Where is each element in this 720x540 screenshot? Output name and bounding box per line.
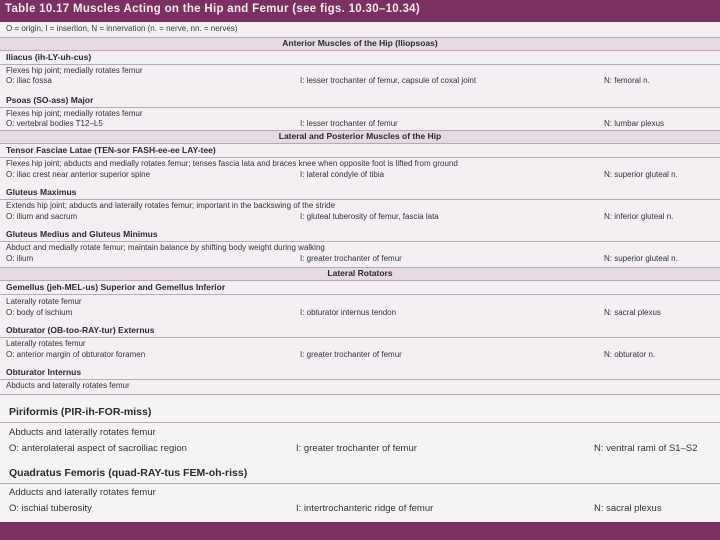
muscle-action: Adducts and laterally rotates femur (9, 487, 156, 498)
muscle-name: Quadratus Femoris (quad-RAY-tus FEM-oh-r… (9, 467, 248, 479)
muscle-insertion: I: lateral condyle of tibia (300, 170, 385, 179)
muscle-action: Laterally rotates femur (6, 339, 86, 348)
muscle-origin: O: body of ischium (6, 308, 73, 317)
row-divider (0, 107, 720, 108)
row-divider (0, 199, 720, 200)
muscle-name: Obturator Internus (6, 367, 82, 377)
muscle-origin: O: ischial tuberosity (9, 503, 92, 514)
muscle-action: Abducts and laterally rotates femur (9, 427, 156, 438)
muscle-insertion: I: greater trochanter of femur (300, 254, 402, 263)
row-divider (0, 483, 720, 484)
section-label-lateral-rotators: Lateral Rotators (327, 268, 393, 278)
muscle-action: Abduct and medially rotate femur; mainta… (6, 243, 325, 252)
muscle-name: Gemellus (jeh-MEL-us) Superior and Gemel… (6, 282, 226, 292)
muscle-name: Gluteus Medius and Gluteus Minimus (6, 229, 158, 239)
muscle-insertion: I: lesser trochanter of femur (300, 119, 398, 128)
muscle-origin: O: ilium and sacrum (6, 212, 78, 221)
muscle-action: Flexes hip joint; medially rotates femur (6, 109, 143, 118)
legend: O = origin, I = insertion, N = innervati… (6, 24, 238, 33)
muscle-origin: O: iliac fossa (6, 76, 52, 85)
section-label-lateral-posterior: Lateral and Posterior Muscles of the Hip (278, 131, 442, 141)
muscle-action: Flexes hip joint; abducts and medially r… (6, 159, 458, 168)
muscle-insertion: I: greater trochanter of femur (296, 443, 417, 454)
muscle-insertion: I: intertrochanteric ridge of femur (296, 503, 434, 514)
muscle-name: Piriformis (PIR-ih-FOR-miss) (9, 406, 152, 418)
muscle-insertion: I: gluteal tuberosity of femur, fascia l… (300, 212, 439, 221)
table-title: Table 10.17 Muscles Acting on the Hip an… (5, 3, 420, 15)
muscle-name: Obturator (OB-too-RAY-tur) Externus (6, 325, 155, 335)
muscle-origin: O: anterolateral aspect of sacroiliac re… (9, 443, 187, 454)
muscle-origin: O: iliac crest near anterior superior sp… (6, 170, 151, 179)
muscle-origin: O: vertebral bodies T12–L5 (6, 119, 103, 128)
section-label-anterior: Anterior Muscles of the Hip (Iliopsoas) (282, 38, 438, 48)
muscle-name: Gluteus Maximus (6, 187, 77, 197)
row-divider (0, 422, 720, 423)
row-divider (0, 157, 720, 158)
muscle-insertion: I: greater trochanter of femur (300, 350, 402, 359)
row-divider (0, 64, 720, 65)
muscle-nerve: N: sacral plexus (594, 503, 662, 514)
muscle-action: Flexes hip joint; medially rotates femur (6, 66, 143, 75)
row-divider (0, 241, 720, 242)
muscle-nerve: N: lumbar plexus (604, 119, 665, 128)
muscle-nerve: N: sacral plexus (604, 308, 661, 317)
muscle-action: Abducts and laterally rotates femur (6, 381, 130, 390)
muscle-nerve: N: superior gluteal n. (604, 254, 678, 263)
row-divider (0, 337, 720, 338)
row-divider (0, 379, 720, 380)
bottom-bar (0, 522, 720, 540)
muscle-name: Iliacus (ih-LY-uh-cus) (6, 52, 92, 62)
muscle-nerve: N: obturator n. (604, 350, 656, 359)
muscle-action: Extends hip joint; abducts and laterally… (6, 201, 336, 210)
muscle-insertion: I: obturator internus tendon (300, 308, 397, 317)
title-bar: Table 10.17 Muscles Acting on the Hip an… (0, 0, 720, 22)
muscle-insertion: I: lesser trochanter of femur, capsule o… (300, 76, 477, 85)
muscle-origin: O: ilium (6, 254, 34, 263)
muscle-name: Psoas (SO-ass) Major (6, 95, 94, 105)
muscle-nerve: N: superior gluteal n. (604, 170, 678, 179)
muscle-origin: O: anterior margin of obturator foramen (6, 350, 146, 359)
muscle-nerve: N: femoral n. (604, 76, 650, 85)
muscle-nerve: N: inferior gluteal n. (604, 212, 674, 221)
row-divider (0, 294, 720, 295)
muscle-action: Laterally rotate femur (6, 297, 82, 306)
muscle-name: Tensor Fasciae Latae (TEN-sor FASH-ee-ee… (6, 145, 216, 155)
muscle-nerve: N: ventral rami of S1–S2 (594, 443, 698, 454)
